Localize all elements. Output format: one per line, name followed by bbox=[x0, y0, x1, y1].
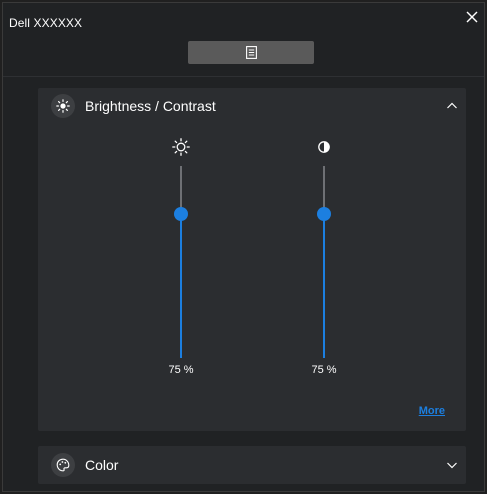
color-panel-header[interactable]: Color bbox=[38, 446, 466, 484]
contrast-track[interactable] bbox=[317, 166, 331, 358]
brightness-value: 75 % bbox=[168, 364, 194, 376]
color-section-icon bbox=[51, 453, 75, 477]
app-window: Dell XXXXXX Brightness / Contrast 75 % 7… bbox=[2, 2, 485, 492]
document-menu-icon bbox=[246, 46, 257, 59]
chevron-up-icon bbox=[447, 102, 457, 109]
contrast-icon bbox=[318, 141, 330, 153]
chevron-down-icon bbox=[447, 462, 457, 469]
menu-button[interactable] bbox=[188, 41, 314, 64]
contrast-thumb[interactable] bbox=[317, 207, 331, 221]
color-title: Color bbox=[85, 457, 119, 473]
brightness-contrast-title: Brightness / Contrast bbox=[85, 98, 216, 114]
close-button[interactable] bbox=[464, 9, 480, 25]
expand-button[interactable] bbox=[446, 459, 458, 471]
brightness-thumb[interactable] bbox=[174, 207, 188, 221]
sun-icon bbox=[172, 138, 190, 156]
brightness-section-icon bbox=[51, 94, 75, 118]
close-icon bbox=[466, 11, 478, 23]
collapse-button[interactable] bbox=[446, 100, 458, 112]
brightness-contrast-header[interactable]: Brightness / Contrast bbox=[38, 88, 466, 124]
contrast-track-fill bbox=[323, 214, 325, 358]
brightness-slider: 75 % bbox=[161, 138, 201, 376]
more-link[interactable]: More bbox=[419, 405, 445, 417]
toolbar-divider bbox=[3, 76, 484, 77]
brightness-contrast-panel: Brightness / Contrast 75 % 75 % More bbox=[38, 88, 466, 431]
contrast-value: 75 % bbox=[311, 364, 337, 376]
brightness-track-fill bbox=[180, 214, 182, 358]
contrast-slider: 75 % bbox=[304, 138, 344, 376]
brightness-track[interactable] bbox=[174, 166, 188, 358]
window-title: Dell XXXXXX bbox=[9, 16, 83, 30]
palette-icon bbox=[56, 458, 70, 472]
brightness-icon bbox=[56, 99, 70, 113]
